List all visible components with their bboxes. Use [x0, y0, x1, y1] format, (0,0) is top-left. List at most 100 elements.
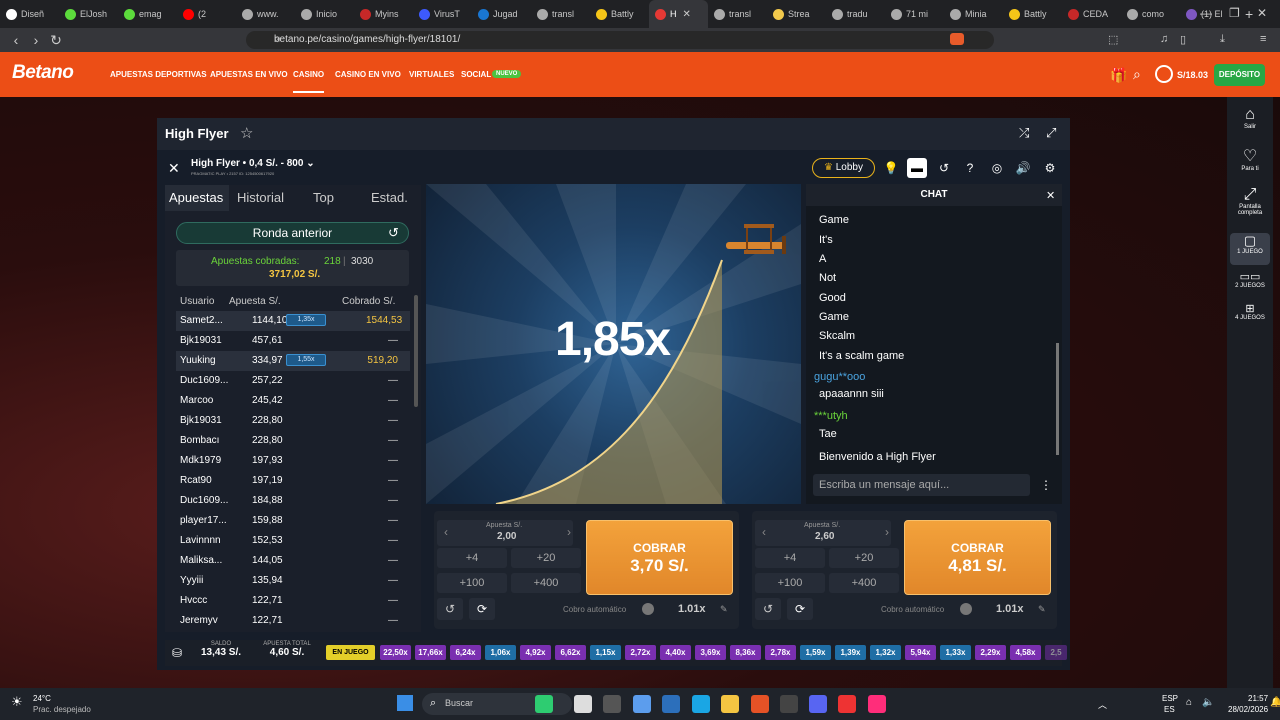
- explorer-icon[interactable]: [721, 695, 739, 713]
- chat-more-icon[interactable]: ⋮: [1040, 478, 1052, 492]
- tab-top[interactable]: Top: [313, 190, 334, 205]
- quick-bet-button[interactable]: +4: [437, 548, 507, 568]
- browser-tab[interactable]: 71 mi: [885, 0, 944, 28]
- quick-bet-button[interactable]: +20: [511, 548, 581, 568]
- browser-tab[interactable]: VirusT: [413, 0, 472, 28]
- forward-icon[interactable]: ›: [26, 32, 46, 48]
- nav-apuestas-deportivas[interactable]: APUESTAS DEPORTIVAS: [110, 70, 207, 79]
- ronda-anterior-button[interactable]: Ronda anterior: [176, 222, 409, 244]
- undo-icon[interactable]: ↺: [755, 598, 781, 620]
- sidebar-salir[interactable]: ⌂ Salir: [1230, 106, 1270, 130]
- network-icon[interactable]: ⌂: [1186, 697, 1192, 708]
- tiktok-icon[interactable]: [868, 695, 886, 713]
- windows-start-icon[interactable]: [397, 695, 413, 711]
- quick-bet-button[interactable]: +4: [755, 548, 825, 568]
- decrease-icon[interactable]: ‹: [762, 525, 766, 539]
- quick-bet-button[interactable]: +100: [437, 573, 507, 593]
- bets-scrollbar[interactable]: [414, 295, 418, 407]
- increase-icon[interactable]: ›: [885, 525, 889, 539]
- close-tab-icon[interactable]: ✕: [683, 9, 691, 20]
- edge-icon[interactable]: [692, 695, 710, 713]
- gift-icon[interactable]: 🎁: [1110, 67, 1127, 84]
- browser-tab[interactable]: como: [1121, 0, 1180, 28]
- text-app-icon[interactable]: [838, 695, 856, 713]
- browser-tab[interactable]: CEDA: [1062, 0, 1121, 28]
- sidebar-4-juegos[interactable]: ⊞ 4 JUEGOS: [1230, 302, 1270, 321]
- quick-bet-button[interactable]: +400: [511, 573, 581, 593]
- history-icon[interactable]: ↺: [934, 158, 954, 178]
- nav-social[interactable]: SOCIAL: [461, 70, 491, 79]
- extensions-icon[interactable]: ⬚: [1108, 33, 1118, 46]
- browser-tab[interactable]: Myins: [354, 0, 413, 28]
- edit-pencil-icon[interactable]: ✎: [720, 604, 728, 615]
- browser-tab[interactable]: transl: [531, 0, 590, 28]
- search-icon[interactable]: ⌕: [1133, 66, 1141, 83]
- chips-icon[interactable]: ⛁: [172, 646, 182, 660]
- shuffle-icon[interactable]: ⤮: [1019, 125, 1029, 141]
- auto-cashout-value[interactable]: 1.01x: [678, 603, 706, 615]
- autoplay-icon[interactable]: ⟳: [787, 598, 813, 620]
- chat-icon[interactable]: ▬: [907, 158, 927, 178]
- browser-tab[interactable]: transl: [708, 0, 767, 28]
- auto-cashout-toggle[interactable]: [642, 603, 654, 615]
- steam-icon[interactable]: [780, 695, 798, 713]
- volume-icon[interactable]: 🔈: [1202, 697, 1214, 708]
- chat-scrollbar[interactable]: [1056, 343, 1059, 455]
- favorite-star-icon[interactable]: ☆: [240, 124, 253, 142]
- clock-time[interactable]: 21:57: [1248, 694, 1268, 703]
- new-tab-icon[interactable]: +: [1245, 6, 1253, 22]
- browser-tab[interactable]: emag: [118, 0, 177, 28]
- sidebar-pantalla-completa[interactable]: ⤢ Pantalla completa: [1230, 186, 1270, 216]
- autoplay-icon[interactable]: ⟳: [469, 598, 495, 620]
- quick-bet-button[interactable]: +400: [829, 573, 899, 593]
- brave-icon[interactable]: [751, 695, 769, 713]
- close-window-icon[interactable]: ✕: [1257, 6, 1267, 20]
- tab-historial[interactable]: Historial: [237, 190, 284, 205]
- music-icon[interactable]: ♫: [1160, 33, 1168, 45]
- tab-estad[interactable]: Estad.: [371, 190, 408, 205]
- sidebar-toggle-icon[interactable]: ▯: [1180, 33, 1186, 46]
- browser-tab[interactable]: H ✕: [649, 0, 708, 28]
- nav-casino[interactable]: CASINO: [293, 70, 325, 93]
- lobby-button[interactable]: ♛ Lobby: [812, 158, 875, 178]
- edit-pencil-icon[interactable]: ✎: [1038, 604, 1046, 615]
- nav-casino-en-vivo[interactable]: CASINO EN VIVO: [335, 70, 401, 79]
- increase-icon[interactable]: ›: [567, 525, 571, 539]
- browser-tab[interactable]: Strea: [767, 0, 826, 28]
- settings-icon[interactable]: ⚙: [1040, 158, 1060, 178]
- history-round-icon[interactable]: ↺: [388, 225, 399, 241]
- close-game-icon[interactable]: ✕: [168, 160, 180, 177]
- nav-virtuales[interactable]: VIRTUALES: [409, 70, 454, 79]
- chat-input[interactable]: Escriba un mensaje aquí...: [813, 474, 1030, 496]
- browser-tab[interactable]: Battly: [590, 0, 649, 28]
- game-title[interactable]: High Flyer • 0,4 S/. - 800 ⌄: [191, 158, 315, 169]
- browser-tab[interactable]: (2: [177, 0, 236, 28]
- browser-tab[interactable]: Inicio: [295, 0, 354, 28]
- browser-tab[interactable]: ElJosh: [59, 0, 118, 28]
- browser-icon[interactable]: [535, 695, 553, 713]
- decrease-icon[interactable]: ‹: [444, 525, 448, 539]
- quick-bet-button[interactable]: +100: [755, 573, 825, 593]
- deposit-button[interactable]: DEPÓSITO: [1214, 64, 1265, 86]
- bet-amount-value[interactable]: 2,00: [497, 531, 516, 542]
- nav-apuestas-en-vivo[interactable]: APUESTAS EN VIVO: [210, 70, 288, 79]
- browser-tab[interactable]: Diseñ: [0, 0, 59, 28]
- cobrar-button[interactable]: COBRAR 3,70 S/.: [586, 520, 733, 595]
- auto-cashout-value[interactable]: 1.01x: [996, 603, 1024, 615]
- browser-tab[interactable]: tradu: [826, 0, 885, 28]
- copilot-icon[interactable]: [633, 695, 651, 713]
- store-icon[interactable]: [662, 695, 680, 713]
- help-icon[interactable]: ?: [960, 158, 980, 178]
- tray-chevron-icon[interactable]: ︿: [1098, 698, 1107, 711]
- notification-icon[interactable]: 🔔: [1270, 697, 1280, 708]
- files-icon[interactable]: [574, 695, 592, 713]
- auto-cashout-toggle[interactable]: [960, 603, 972, 615]
- sidebar-2-juegos[interactable]: ▭▭ 2 JUEGOS: [1230, 270, 1270, 289]
- discord-icon[interactable]: [809, 695, 827, 713]
- browser-tab[interactable]: Battly: [1003, 0, 1062, 28]
- account-icon[interactable]: [1155, 65, 1173, 83]
- app-icon[interactable]: [603, 695, 621, 713]
- browser-tab[interactable]: www.: [236, 0, 295, 28]
- minimize-icon[interactable]: —: [1200, 6, 1212, 20]
- expand-icon[interactable]: ⤢: [1046, 125, 1056, 141]
